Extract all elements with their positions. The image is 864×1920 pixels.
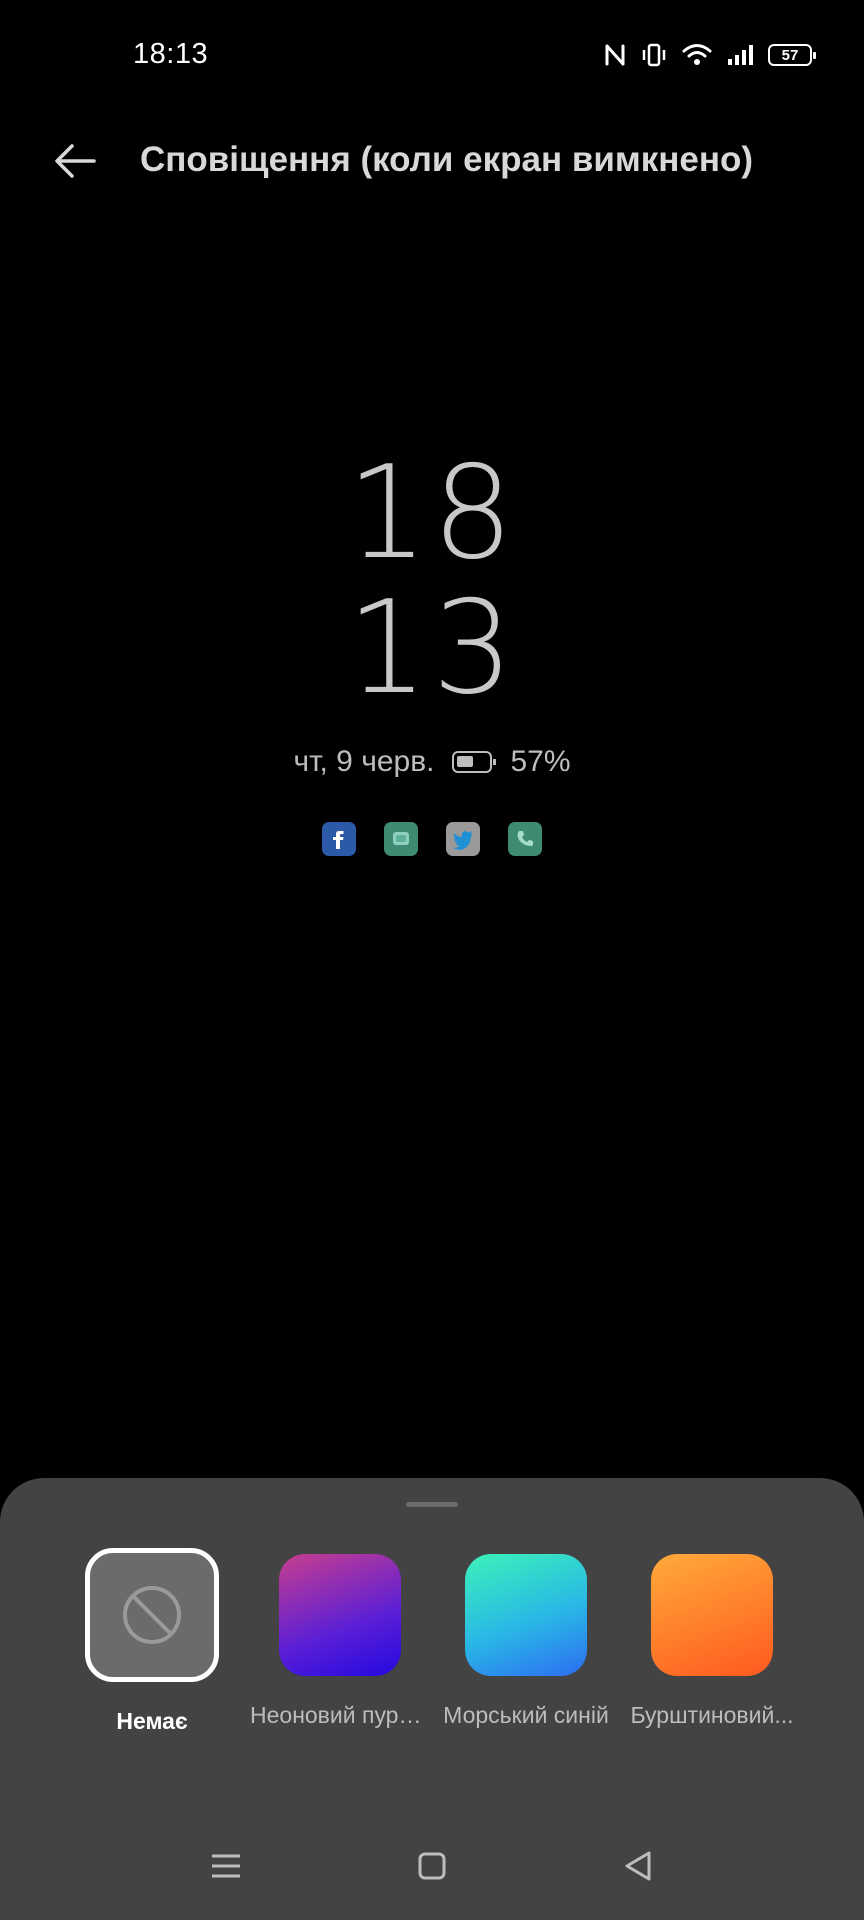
navigation-bar	[0, 1830, 864, 1902]
theme-label: Бурштиновий...	[630, 1702, 794, 1728]
aod-clock-minute: 13	[346, 574, 518, 723]
home-icon	[418, 1852, 446, 1880]
facebook-icon	[322, 822, 356, 856]
aod-clock-hour: 18	[346, 439, 518, 588]
battery-icon	[452, 751, 497, 773]
theme-label: Неоновий пурп...	[250, 1702, 430, 1728]
battery-icon: 57	[768, 44, 816, 66]
aod-battery-percent: 57%	[510, 745, 571, 778]
signal-icon	[728, 45, 753, 65]
status-bar: 18:13 57	[0, 0, 864, 110]
prohibited-icon	[123, 1586, 181, 1644]
page-title: Сповіщення (коли екран вимкнено)	[140, 140, 754, 179]
theme-swatch-none[interactable]	[85, 1548, 219, 1682]
theme-option-neon-purple[interactable]: Неоновий пурп...	[250, 1554, 430, 1729]
theme-swatch-neon-purple[interactable]	[279, 1554, 401, 1676]
theme-option-none[interactable]: Немає	[62, 1548, 242, 1735]
nfc-icon	[605, 44, 625, 66]
theme-option-sea-blue[interactable]: Морський синій	[436, 1554, 616, 1729]
status-icons: 57	[604, 38, 816, 72]
menu-button[interactable]	[204, 1844, 248, 1888]
aod-date: чт, 9 черв.	[293, 745, 435, 778]
back-arrow-icon[interactable]	[52, 138, 98, 184]
home-button[interactable]	[410, 1844, 454, 1888]
vibrate-icon	[642, 43, 666, 67]
status-time: 18:13	[133, 38, 209, 70]
aod-info-row: чт, 9 черв. 57%	[0, 745, 864, 779]
menu-icon	[212, 1854, 240, 1878]
phone-icon	[508, 822, 542, 856]
theme-swatch-amber[interactable]	[651, 1554, 773, 1676]
header: Сповіщення (коли екран вимкнено)	[0, 120, 864, 200]
messages-icon	[384, 822, 418, 856]
theme-label: Немає	[116, 1708, 188, 1734]
sheet-drag-handle[interactable]	[406, 1502, 458, 1507]
theme-option-amber[interactable]: Бурштиновий...	[622, 1554, 802, 1729]
theme-label: Морський синій	[443, 1702, 609, 1728]
theme-list: Немає Неоновий пурп... Морський синій Бу…	[0, 1548, 864, 1735]
back-button[interactable]	[616, 1844, 660, 1888]
wifi-icon	[682, 44, 712, 65]
aod-notification-icons	[0, 822, 864, 856]
twitter-icon	[446, 822, 480, 856]
back-icon	[625, 1851, 651, 1881]
theme-swatch-sea-blue[interactable]	[465, 1554, 587, 1676]
